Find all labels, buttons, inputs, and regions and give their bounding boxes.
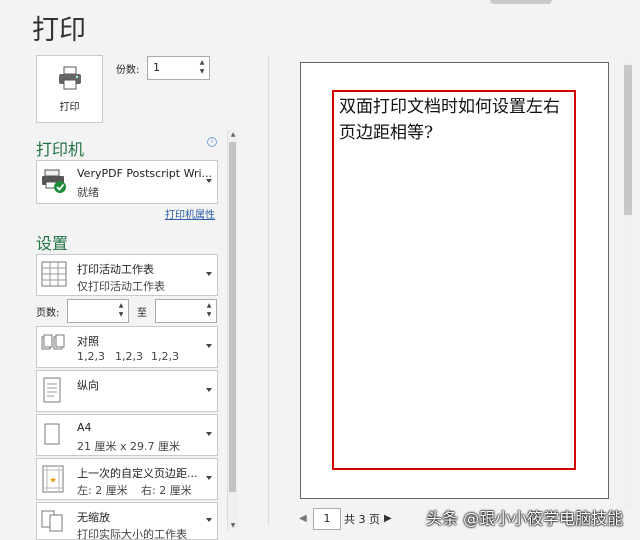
chevron-down-icon (206, 476, 212, 480)
printer-dropdown[interactable]: VeryPDF Postscript Wri... 就绪 (36, 160, 218, 204)
collate-seq-2: 1,2,3 (115, 350, 143, 363)
chevron-down-icon (206, 432, 212, 436)
chevron-down-icon (206, 344, 212, 348)
portrait-icon (41, 377, 63, 409)
print-button[interactable]: 打印 (36, 55, 103, 123)
printer-heading: 打印机 (36, 140, 85, 159)
orientation-dropdown[interactable]: 纵向 (36, 370, 218, 412)
margins-left: 左: 2 厘米 (77, 484, 128, 497)
scaling-icon (41, 509, 65, 537)
margins-dropdown[interactable]: 上一次的自定义页边距... 左: 2 厘米 右: 2 厘米 (36, 458, 218, 500)
paper-size-dropdown[interactable]: A4 21 厘米 x 29.7 厘米 (36, 414, 218, 456)
chevron-down-icon (206, 518, 212, 522)
copies-spinner[interactable]: ▲ ▼ (197, 58, 207, 78)
printer-name: VeryPDF Postscript Wri... (77, 167, 213, 180)
paper-icon (41, 421, 63, 453)
collate-dropdown[interactable]: 对照 1,2,3 1,2,3 1,2,3 (36, 326, 218, 368)
preview-scrollbar[interactable] (623, 55, 633, 510)
print-scope-desc: 仅打印活动工作表 (77, 280, 165, 293)
chevron-down-icon (206, 179, 212, 183)
settings-heading: 设置 (36, 234, 69, 253)
copies-value: 1 (153, 61, 160, 74)
chevron-down-icon (206, 272, 212, 276)
print-scope-title: 打印活动工作表 (77, 263, 154, 276)
window-top-strip (490, 0, 552, 4)
pages-to-input[interactable]: ▲ ▼ (155, 299, 217, 323)
watermark: 头条 @跟小小筱学电脑技能 (426, 509, 624, 528)
settings-scrollbar[interactable]: ▲ ▼ (227, 130, 238, 530)
scaling-dropdown[interactable]: 无缩放 打印实际大小的工作表 (36, 502, 218, 540)
paper-size-desc: 21 厘米 x 29.7 厘米 (77, 440, 180, 453)
pages-from-spinner[interactable]: ▲ ▼ (116, 301, 126, 321)
printer-properties-link[interactable]: 打印机属性 (165, 206, 215, 221)
scroll-down-icon[interactable]: ▼ (229, 522, 237, 529)
copies-input[interactable]: 1 ▲ ▼ (147, 56, 210, 80)
preview-text: 双面打印文档时如何设置左右页边距相等? (339, 97, 560, 143)
scrollbar-thumb[interactable] (229, 142, 236, 492)
page-total: 共 3 页 (344, 513, 380, 526)
print-scope-dropdown[interactable]: 打印活动工作表 仅打印活动工作表 (36, 254, 218, 296)
pages-to-label: 至 (137, 308, 147, 319)
page-number-input[interactable]: 1 (313, 508, 341, 530)
preview-scrollbar-thumb[interactable] (624, 65, 632, 215)
preview-red-border (332, 90, 576, 470)
margins-title: 上一次的自定义页边距... (77, 467, 198, 480)
pages-to-spinner[interactable]: ▲ ▼ (204, 301, 214, 321)
print-button-label: 打印 (59, 101, 80, 113)
printer-icon (57, 66, 83, 94)
panel-divider (268, 55, 269, 525)
worksheet-icon (41, 261, 67, 291)
margins-icon (41, 465, 65, 497)
paper-size-title: A4 (77, 421, 92, 434)
collate-title: 对照 (77, 335, 99, 348)
scaling-title: 无缩放 (77, 511, 110, 524)
pages-label: 页数: (36, 308, 60, 319)
orientation-title: 纵向 (77, 379, 99, 392)
next-page-icon[interactable]: ▶ (384, 513, 392, 524)
collate-icon (41, 333, 69, 359)
chevron-down-icon (206, 388, 212, 392)
copies-label: 份数: (116, 65, 140, 76)
margins-right: 右: 2 厘米 (141, 484, 192, 497)
collate-seq-3: 1,2,3 (151, 350, 179, 363)
prev-page-icon[interactable]: ◀ (299, 513, 307, 524)
info-icon[interactable]: i (207, 137, 217, 147)
printer-status: 就绪 (77, 186, 99, 199)
printer-ready-icon (41, 167, 69, 199)
collate-seq-1: 1,2,3 (77, 350, 105, 363)
page-title: 打印 (32, 15, 86, 46)
scroll-up-icon[interactable]: ▲ (229, 131, 237, 138)
pages-from-input[interactable]: ▲ ▼ (67, 299, 129, 323)
